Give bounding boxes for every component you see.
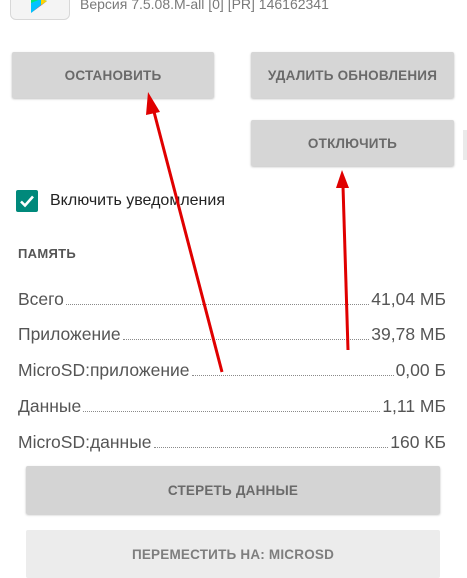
play-store-icon — [10, 0, 70, 20]
dotted-leader — [65, 304, 370, 305]
clear-data-button[interactable]: СТЕРЕТЬ ДАННЫЕ — [26, 466, 440, 514]
app-version: Версия 7.5.08.M-all [0] [PR] 146162341 — [80, 0, 329, 12]
storage-row: Данные 1,11 МБ — [18, 393, 446, 417]
notifications-label: Включить уведомления — [50, 192, 225, 209]
storage-row: Приложение 39,78 МБ — [18, 321, 446, 345]
storage-value: 0,00 Б — [395, 360, 446, 380]
dotted-leader — [191, 375, 394, 376]
arrow-head-icon — [336, 170, 349, 188]
storage-row: MicroSD:данные 160 КБ — [18, 429, 446, 453]
uninstall-updates-button[interactable]: УДАЛИТЬ ОБНОВЛЕНИЯ — [251, 52, 454, 98]
dotted-leader — [153, 447, 389, 448]
memory-section-title: ПАМЯТЬ — [18, 246, 76, 261]
storage-label: Приложение — [18, 324, 121, 344]
storage-value: 160 КБ — [390, 432, 446, 452]
dotted-leader — [83, 411, 381, 412]
storage-row: MicroSD:приложение 0,00 Б — [18, 357, 446, 381]
storage-label: Данные — [18, 396, 82, 416]
disable-button[interactable]: ОТКЛЮЧИТЬ — [251, 120, 454, 166]
storage-value: 39,78 МБ — [371, 324, 446, 344]
storage-label: MicroSD:приложение — [18, 360, 190, 380]
checkmark-icon — [20, 195, 34, 208]
stop-button[interactable]: ОСТАНОВИТЬ — [12, 52, 214, 98]
storage-value: 1,11 МБ — [382, 396, 446, 416]
storage-value: 41,04 МБ — [371, 289, 446, 309]
move-to-sd-button[interactable]: ПЕРЕМЕСТИТЬ НА: MICROSD — [26, 530, 440, 578]
scrollbar[interactable] — [463, 130, 467, 160]
notifications-toggle[interactable]: Включить уведомления — [16, 188, 225, 214]
storage-label: MicroSD:данные — [18, 432, 152, 452]
storage-label: Всего — [18, 289, 64, 309]
checkbox[interactable] — [16, 190, 38, 212]
storage-row: Всего 41,04 МБ — [18, 286, 446, 310]
dotted-leader — [122, 339, 370, 340]
